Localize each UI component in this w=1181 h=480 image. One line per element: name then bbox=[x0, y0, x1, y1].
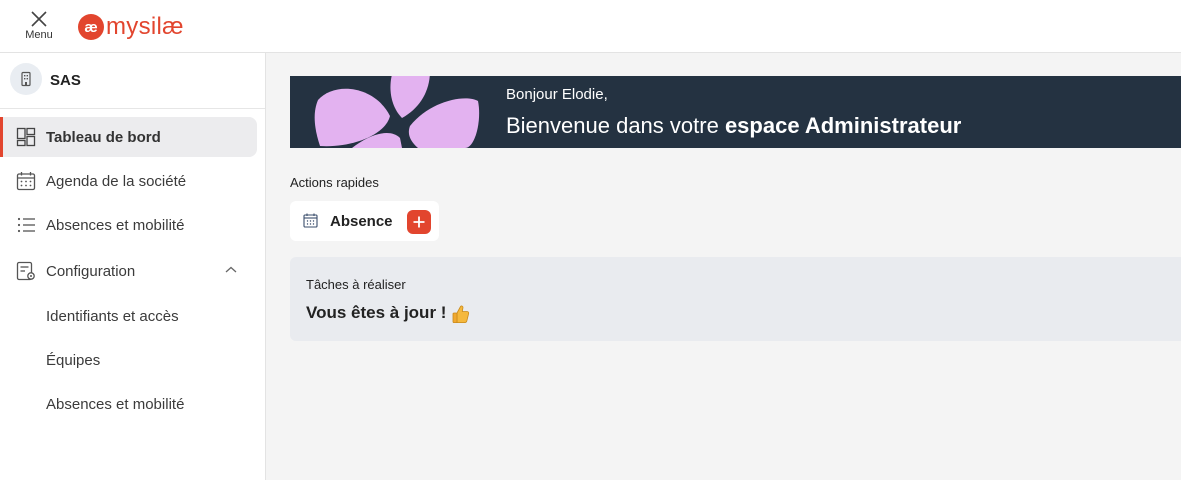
close-x-icon bbox=[31, 11, 47, 27]
welcome-heading: Bienvenue dans votre espace Administrate… bbox=[506, 113, 961, 139]
sidebar-item-label: Absences et mobilité bbox=[46, 216, 185, 234]
sidebar-subitem-identifiants[interactable]: Identifiants et accès bbox=[0, 299, 265, 335]
sidebar-item-agenda[interactable]: Agenda de la société bbox=[0, 161, 265, 201]
welcome-bold: espace Administrateur bbox=[724, 113, 962, 138]
sidebar-item-tableau-de-bord[interactable]: Tableau de bord bbox=[0, 117, 265, 157]
sidebar-subitem-equipes[interactable]: Équipes bbox=[0, 343, 265, 379]
sidebar-subitem-absences[interactable]: Absences et mobilité bbox=[0, 387, 265, 423]
logo-text: mysilæ bbox=[106, 13, 184, 40]
dashboard-icon bbox=[16, 127, 36, 147]
sidebar-item-label: Agenda de la société bbox=[46, 172, 187, 190]
sidebar-item-absences[interactable]: Absences et mobilité bbox=[0, 205, 265, 245]
tasks-panel: Tâches à réaliser Vous êtes à jour ! bbox=[290, 257, 1181, 341]
config-icon bbox=[16, 261, 35, 281]
quick-actions-title: Actions rapides bbox=[290, 175, 379, 190]
petal-illustration bbox=[314, 76, 480, 148]
menu-close-button[interactable]: Menu bbox=[18, 10, 60, 44]
active-indicator bbox=[0, 117, 3, 157]
logo-mark: æ bbox=[78, 14, 104, 40]
thumbs-up-icon bbox=[452, 305, 470, 324]
top-bar: Menu æ mysilæ bbox=[0, 0, 1181, 53]
sidebar-subitem-label: Absences et mobilité bbox=[46, 396, 185, 413]
calendar-icon bbox=[16, 172, 36, 191]
sidebar-item-configuration[interactable]: Configuration bbox=[0, 251, 265, 291]
menu-label: Menu bbox=[25, 29, 53, 41]
list-icon bbox=[17, 217, 35, 233]
tasks-title: Tâches à réaliser bbox=[306, 277, 406, 292]
company-name: SAS bbox=[50, 72, 81, 89]
sidebar-item-label: Configuration bbox=[46, 262, 136, 280]
sidebar-subitem-label: Identifiants et accès bbox=[46, 308, 179, 325]
building-icon bbox=[10, 63, 42, 95]
mysilae-logo[interactable]: æ mysilæ bbox=[78, 10, 184, 44]
chevron-up-icon[interactable] bbox=[224, 263, 238, 277]
company-selector[interactable]: SAS bbox=[0, 53, 265, 109]
sidebar: SAS Tableau de bord Agenda de la société bbox=[0, 53, 266, 480]
tasks-status: Vous êtes à jour ! bbox=[306, 303, 447, 322]
sidebar-subitem-label: Équipes bbox=[46, 352, 101, 369]
welcome-prefix: Bienvenue dans votre bbox=[506, 113, 725, 138]
calendar-icon bbox=[303, 213, 318, 228]
quick-action-absence[interactable]: Absence bbox=[290, 201, 439, 241]
sidebar-item-label: Tableau de bord bbox=[46, 128, 161, 146]
greeting-text: Bonjour Elodie, bbox=[506, 86, 608, 103]
welcome-banner: Bonjour Elodie, Bienvenue dans votre esp… bbox=[290, 76, 1181, 148]
add-absence-button[interactable] bbox=[407, 210, 431, 234]
quick-action-label: Absence bbox=[330, 213, 393, 230]
plus-icon bbox=[413, 216, 425, 228]
